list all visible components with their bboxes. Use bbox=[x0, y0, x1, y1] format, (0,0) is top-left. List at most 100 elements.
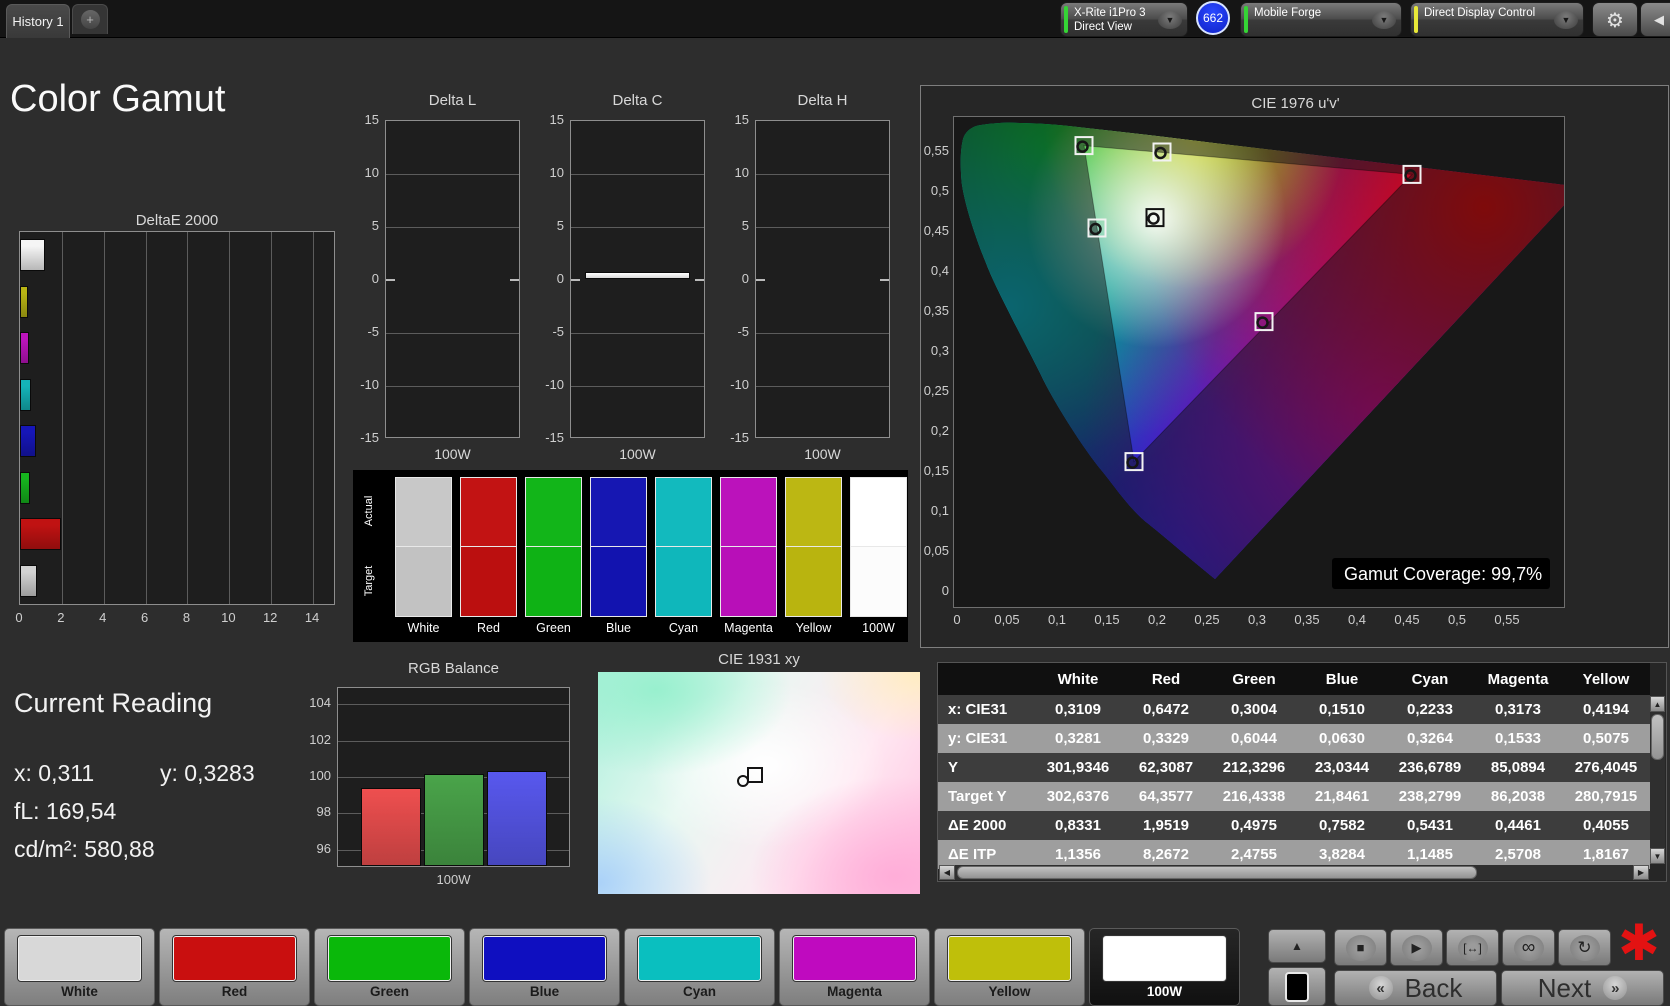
pattern-label: Green bbox=[369, 984, 410, 999]
pattern-swatch-yellow bbox=[948, 936, 1071, 981]
pattern-label: Cyan bbox=[682, 984, 716, 999]
x-tick-label: 0,25 bbox=[1194, 612, 1220, 627]
table-cell: 23,0344 bbox=[1314, 759, 1370, 776]
table-row-5: ΔE 2000 0,8331 1,9519 0,4975 0,7582 0,5431 0,4… bbox=[938, 811, 1650, 840]
table-cell: 1,1485 bbox=[1407, 846, 1453, 863]
table-cell: 0,3109 bbox=[1055, 701, 1101, 718]
pattern-swatch-red bbox=[173, 936, 296, 981]
gamut-coverage-text: Gamut Coverage: 99,7% bbox=[1344, 564, 1542, 584]
delta_l-chart bbox=[385, 120, 520, 438]
table-horizontal-scrollbar[interactable]: ◀ ▶ bbox=[939, 865, 1649, 880]
table-cell: 62,3087 bbox=[1138, 759, 1194, 776]
scroll-up-button[interactable]: ▲ bbox=[1650, 696, 1665, 712]
zero-tick bbox=[880, 279, 889, 281]
chevron-down-icon[interactable]: ▼ bbox=[1158, 11, 1182, 29]
y-tick-label: 0,35 bbox=[923, 303, 949, 318]
y-tick-label: -15 bbox=[360, 430, 379, 445]
pattern-button-blue[interactable]: Blue bbox=[469, 928, 620, 1006]
table-cell: 0,7582 bbox=[1319, 817, 1365, 834]
vertical-scroll-thumb[interactable] bbox=[1651, 714, 1664, 760]
actual-row-label: Actual bbox=[363, 495, 375, 527]
pattern-window-up-button[interactable]: ▲ bbox=[1268, 929, 1326, 963]
delta_c-chart bbox=[570, 120, 705, 438]
pattern-button-cyan[interactable]: Cyan bbox=[624, 928, 775, 1006]
deltae-bar-red bbox=[20, 518, 61, 550]
chevron-down-icon[interactable]: ▼ bbox=[1554, 11, 1578, 29]
target-row-label: Target bbox=[363, 565, 375, 597]
table-cell: 0,3004 bbox=[1231, 701, 1277, 718]
device-status-stripe bbox=[1414, 6, 1418, 33]
range-button[interactable]: [↔] bbox=[1446, 929, 1499, 966]
table-cell: 64,3577 bbox=[1138, 788, 1194, 805]
target-swatch-yellow bbox=[785, 547, 842, 617]
target-swatch-red bbox=[460, 547, 517, 617]
scroll-right-button[interactable]: ▶ bbox=[1633, 865, 1649, 880]
gridline bbox=[756, 174, 889, 175]
chevron-down-icon[interactable]: ▼ bbox=[1372, 11, 1396, 29]
y-tick-label: 15 bbox=[549, 112, 564, 127]
table-cell: 212,3296 bbox=[1222, 759, 1286, 776]
pattern-button-yellow[interactable]: Yellow bbox=[934, 928, 1085, 1006]
refresh-button[interactable]: ↻ bbox=[1558, 929, 1611, 966]
pattern-button-red[interactable]: Red bbox=[159, 928, 310, 1006]
pattern-swatch-white bbox=[18, 936, 141, 981]
x-tick-label: 0,45 bbox=[1394, 612, 1420, 627]
reading-y: y: 0,3283 bbox=[160, 760, 255, 786]
target-swatch-blue bbox=[590, 547, 647, 617]
column-header: Green bbox=[1232, 670, 1276, 688]
cie1976-title: CIE 1976 u'v' bbox=[1251, 95, 1340, 112]
table-cell: 302,6376 bbox=[1046, 788, 1110, 805]
y-tick-label: 5 bbox=[371, 218, 379, 233]
collapse-panel-button[interactable]: ◀ bbox=[1640, 2, 1670, 37]
rgb-bar-blue bbox=[487, 770, 547, 866]
actual-swatch-magenta bbox=[720, 477, 777, 547]
gear-icon: ⚙ bbox=[1606, 7, 1624, 32]
range-icon: [↔] bbox=[1457, 934, 1488, 961]
y-tick-label: 102 bbox=[309, 731, 331, 747]
add-tab-button[interactable]: + bbox=[72, 4, 108, 34]
table-cell: 276,4045 bbox=[1574, 759, 1638, 776]
play-button[interactable]: ▶ bbox=[1390, 929, 1443, 966]
back-button[interactable]: « Back bbox=[1334, 970, 1497, 1006]
gridline bbox=[338, 740, 569, 742]
loop-button[interactable]: ∞ bbox=[1502, 929, 1555, 966]
chevrons-right-icon: » bbox=[1603, 976, 1628, 1000]
y-tick-label: 10 bbox=[549, 165, 564, 180]
stop-button[interactable]: ■ bbox=[1334, 929, 1387, 966]
rgb-balance-title: RGB Balance bbox=[408, 660, 499, 677]
rgb-bar-green bbox=[424, 774, 484, 866]
pattern-button-magenta[interactable]: Magenta bbox=[779, 928, 930, 1006]
pattern-window-toggle-button[interactable] bbox=[1268, 967, 1326, 1006]
swatch-column-white bbox=[395, 477, 452, 617]
device-name: Direct Display Control bbox=[1424, 7, 1536, 19]
table-cell: 0,0630 bbox=[1319, 730, 1365, 747]
gridline bbox=[187, 232, 189, 604]
scroll-down-button[interactable]: ▼ bbox=[1650, 848, 1665, 864]
zero-tick bbox=[571, 279, 580, 281]
stop-icon: ■ bbox=[1345, 934, 1376, 961]
table-cell: 0,2233 bbox=[1407, 701, 1453, 718]
y-tick-label: 0 bbox=[941, 583, 949, 598]
pattern-swatch-cyan bbox=[638, 936, 761, 981]
zero-tick bbox=[386, 279, 395, 281]
tab-history-1[interactable]: History 1 bbox=[6, 4, 70, 38]
swatch-label: White bbox=[407, 621, 440, 635]
meter-dropdown[interactable]: X-Rite i1Pro 3 Direct View ▼ bbox=[1060, 2, 1188, 37]
horizontal-scroll-thumb[interactable] bbox=[957, 866, 1477, 879]
rgb-balance-x-label: 100W bbox=[436, 872, 471, 887]
scroll-left-button[interactable]: ◀ bbox=[939, 865, 955, 880]
pattern-label: Red bbox=[221, 984, 248, 999]
device-dropdown[interactable]: Direct Display Control ▼ bbox=[1410, 2, 1584, 37]
next-button[interactable]: Next » bbox=[1501, 970, 1664, 1006]
pattern-button-green[interactable]: Green bbox=[314, 928, 465, 1006]
pattern-button-100w[interactable]: 100W bbox=[1089, 928, 1240, 1006]
settings-button[interactable]: ⚙ bbox=[1592, 2, 1638, 37]
workflow-dropdown[interactable]: Mobile Forge ▼ bbox=[1240, 2, 1402, 37]
deltae-bar-yellow bbox=[20, 285, 29, 318]
pattern-label: 100W bbox=[1146, 984, 1183, 999]
measurement-table: White Red Green Blue Cyan Magenta Yellow x: CIE… bbox=[937, 662, 1667, 882]
pattern-button-white[interactable]: White bbox=[4, 928, 155, 1006]
swatch-column-blue bbox=[590, 477, 647, 617]
table-vertical-scrollbar[interactable]: ▲ ▼ bbox=[1650, 696, 1665, 864]
x-tick-label: 14 bbox=[304, 610, 320, 625]
